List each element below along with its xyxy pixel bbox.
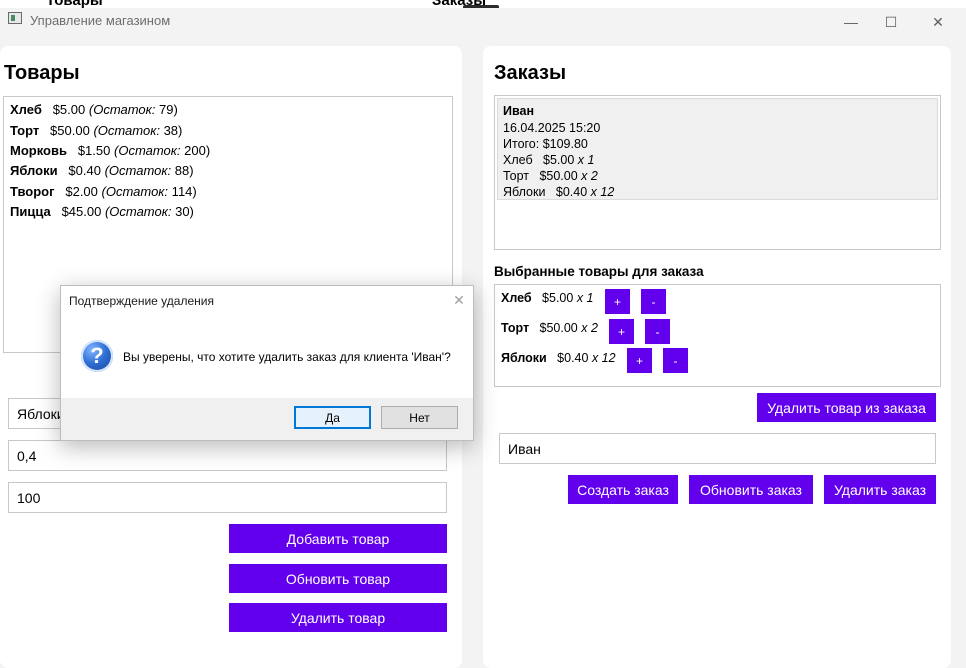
product-stock-input[interactable]: 100 xyxy=(8,482,447,513)
list-item[interactable]: Пицца $45.00 (Остаток: 30) xyxy=(10,204,194,219)
selected-items-list[interactable]: Хлеб $5.00 x 1 + - Торт $50.00 x 2 + - Я… xyxy=(494,284,941,387)
yes-button[interactable]: Да xyxy=(294,406,371,429)
increase-qty-button[interactable]: + xyxy=(627,348,652,373)
selected-item: Яблоки $0.40 x 12 xyxy=(501,351,616,365)
increase-qty-button[interactable]: + xyxy=(605,289,630,314)
app-icon xyxy=(8,12,22,24)
order-item[interactable]: Иван 16.04.2025 15:20 Итого: $109.80 Хле… xyxy=(497,98,938,200)
delete-product-button[interactable]: Удалить товар xyxy=(229,603,447,632)
no-button[interactable]: Нет xyxy=(381,406,458,429)
selected-items-heading: Выбранные товары для заказа xyxy=(494,264,704,279)
list-item[interactable]: Творог $2.00 (Остаток: 114) xyxy=(10,184,197,199)
maximize-button[interactable]: ☐ xyxy=(868,8,914,36)
delete-order-button[interactable]: Удалить заказ xyxy=(824,475,936,504)
product-price-input[interactable]: 0,4 xyxy=(8,440,447,471)
dialog-close-icon[interactable]: ✕ xyxy=(449,290,469,310)
window-title: Управление магазином xyxy=(30,13,171,28)
order-date: 16.04.2025 15:20 xyxy=(503,121,601,135)
update-order-button[interactable]: Обновить заказ xyxy=(689,475,813,504)
remove-item-from-order-button[interactable]: Удалить товар из заказа xyxy=(757,393,936,422)
selected-item: Торт $50.00 x 2 xyxy=(501,321,598,335)
order-customer: Иван xyxy=(503,104,535,118)
list-item[interactable]: Торт $50.00 (Остаток: 38) xyxy=(10,123,182,138)
customer-name-input[interactable]: Иван xyxy=(499,433,936,464)
orders-list[interactable]: Иван 16.04.2025 15:20 Итого: $109.80 Хле… xyxy=(494,95,941,250)
list-item[interactable]: Яблоки $0.40 (Остаток: 88) xyxy=(10,163,194,178)
products-heading: Товары xyxy=(4,62,80,84)
update-product-button[interactable]: Обновить товар xyxy=(229,564,447,593)
add-product-button[interactable]: Добавить товар xyxy=(229,524,447,553)
order-line: Торт $50.00 x 2 xyxy=(503,169,598,183)
order-line: Яблоки $0.40 x 12 xyxy=(503,185,615,199)
order-total: Итого: $109.80 xyxy=(503,137,588,151)
list-item[interactable]: Морковь $1.50 (Остаток: 200) xyxy=(10,143,210,158)
increase-qty-button[interactable]: + xyxy=(609,319,634,344)
close-window-button[interactable]: ✕ xyxy=(915,8,961,36)
question-icon: ? xyxy=(81,340,113,372)
order-line: Хлеб $5.00 x 1 xyxy=(503,153,595,167)
decrease-qty-button[interactable]: - xyxy=(663,348,688,373)
create-order-button[interactable]: Создать заказ xyxy=(568,475,678,504)
list-item[interactable]: Хлеб $5.00 (Остаток: 79) xyxy=(10,102,178,117)
confirm-delete-dialog: Подтверждение удаления ✕ ? Вы уверены, ч… xyxy=(60,285,474,441)
decrease-qty-button[interactable]: - xyxy=(645,319,670,344)
decrease-qty-button[interactable]: - xyxy=(641,289,666,314)
dialog-message: Вы уверены, что хотите удалить заказ для… xyxy=(123,350,451,364)
dialog-title: Подтверждение удаления xyxy=(69,294,214,308)
selected-item: Хлеб $5.00 x 1 xyxy=(501,291,594,305)
orders-heading: Заказы xyxy=(494,62,567,84)
